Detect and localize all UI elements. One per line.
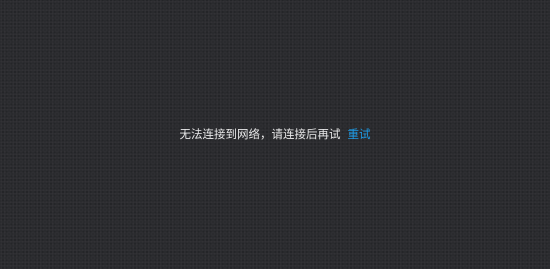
network-error-message: 无法连接到网络，请连接后再试 [179, 127, 341, 141]
retry-link[interactable]: 重试 [348, 125, 371, 143]
network-error-screen: 无法连接到网络，请连接后再试 重试 [0, 0, 550, 269]
network-error-message-row: 无法连接到网络，请连接后再试 重试 [0, 125, 550, 143]
